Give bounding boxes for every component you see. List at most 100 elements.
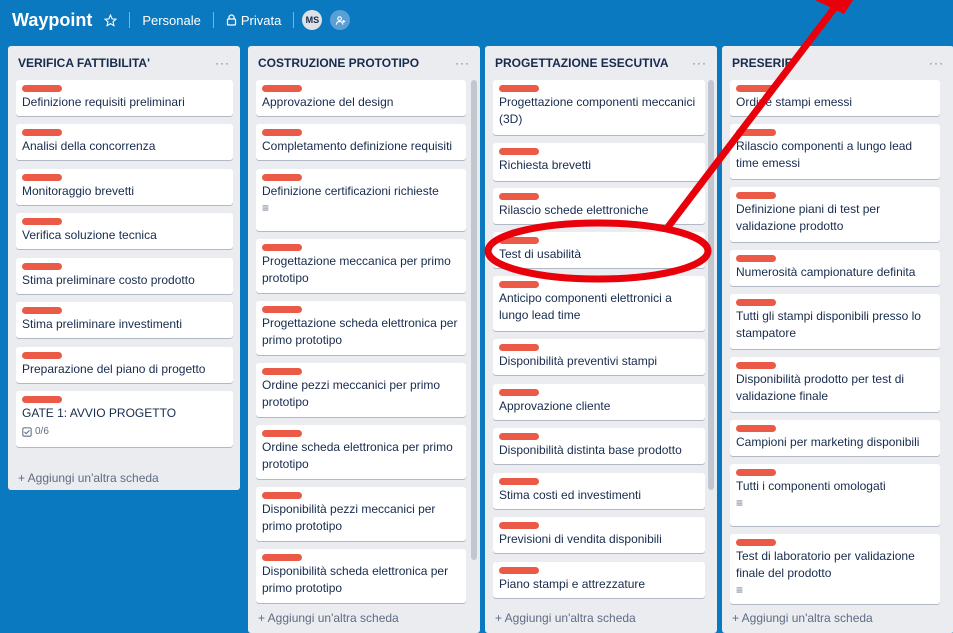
card[interactable]: Verifica soluzione tecnica bbox=[16, 213, 233, 249]
card-title: Previsioni di vendita disponibili bbox=[499, 532, 662, 546]
red-label bbox=[262, 129, 302, 136]
card-title: Preparazione del piano di progetto bbox=[22, 362, 206, 376]
card[interactable]: Ordine scheda elettronica per primo prot… bbox=[256, 425, 466, 479]
list-menu-icon[interactable]: ··· bbox=[455, 56, 470, 70]
card[interactable]: Previsioni di vendita disponibili bbox=[493, 517, 705, 553]
list-menu-icon[interactable]: ··· bbox=[215, 56, 230, 70]
add-card-button[interactable]: + Aggiungi un'altra scheda bbox=[732, 611, 873, 625]
card[interactable]: Test di usabilità bbox=[493, 232, 705, 268]
card[interactable]: Disponibilità pezzi meccanici per primo … bbox=[256, 487, 466, 541]
card[interactable]: Piano stampi e attrezzature bbox=[493, 562, 705, 598]
card[interactable]: Approvazione del design bbox=[256, 80, 466, 116]
list-title[interactable]: COSTRUZIONE PROTOTIPO bbox=[258, 56, 419, 70]
card-title: Stima preliminare costo prodotto bbox=[22, 273, 195, 287]
team-button[interactable]: Personale bbox=[138, 11, 205, 30]
card[interactable]: Campioni per marketing disponibili bbox=[730, 420, 940, 456]
header-divider bbox=[212, 12, 214, 28]
card-title: Definizione requisiti preliminari bbox=[22, 95, 185, 109]
list-title[interactable]: PRESERIE bbox=[732, 56, 793, 70]
list-menu-icon[interactable]: ··· bbox=[929, 56, 944, 70]
add-member-icon bbox=[335, 15, 345, 25]
list-title[interactable]: PROGETTAZIONE ESECUTIVA bbox=[495, 56, 669, 70]
card-title: Monitoraggio brevetti bbox=[22, 184, 135, 198]
card[interactable]: Disponibilità prodotto per test di valid… bbox=[730, 357, 940, 412]
card[interactable]: Tutti i componenti omologati ≡ bbox=[730, 464, 940, 526]
avatar[interactable]: MS bbox=[302, 10, 323, 30]
add-member-button[interactable] bbox=[330, 10, 351, 30]
header-divider bbox=[129, 12, 131, 28]
list-scrollbar[interactable] bbox=[708, 80, 714, 490]
list-title[interactable]: VERIFICA FATTIBILITA' bbox=[18, 56, 150, 70]
star-button[interactable] bbox=[100, 12, 121, 29]
card[interactable]: Definizione piani di test per validazion… bbox=[730, 187, 940, 242]
card[interactable]: Preparazione del piano di progetto bbox=[16, 347, 233, 383]
card-title: Verifica soluzione tecnica bbox=[22, 228, 157, 242]
add-card-button[interactable]: + Aggiungi un'altra scheda bbox=[495, 611, 636, 625]
card[interactable]: Progettazione componenti meccanici (3D) bbox=[493, 80, 705, 135]
card[interactable]: Ordine pezzi meccanici per primo prototi… bbox=[256, 363, 466, 417]
card-title: Disponibilità preventivi stampi bbox=[499, 354, 658, 368]
list-scrollbar[interactable] bbox=[471, 80, 477, 560]
visibility-button[interactable]: Privata bbox=[222, 11, 285, 30]
card-title: Numerosità campionature definita bbox=[736, 265, 916, 279]
red-label bbox=[499, 478, 539, 485]
card[interactable]: Progettazione meccanica per primo protot… bbox=[256, 239, 466, 293]
red-label bbox=[736, 425, 776, 432]
description-icon: ≡ bbox=[262, 201, 270, 215]
card-title: Richiesta brevetti bbox=[499, 158, 592, 172]
red-label bbox=[499, 237, 539, 244]
card[interactable]: GATE 1: AVVIO PROGETTO 0/6 bbox=[16, 391, 233, 447]
red-label bbox=[499, 344, 539, 351]
card[interactable]: Completamento definizione requisiti bbox=[256, 124, 466, 160]
card-title: Tutti i componenti omologati bbox=[736, 479, 886, 493]
card-title: Tutti gli stampi disponibili presso lo s… bbox=[736, 309, 921, 340]
list-menu-icon[interactable]: ··· bbox=[692, 56, 707, 70]
red-label bbox=[22, 263, 62, 270]
card[interactable]: Anticipo componenti elettronici a lungo … bbox=[493, 276, 705, 331]
card-title: Disponibilità prodotto per test di valid… bbox=[736, 372, 905, 403]
red-label bbox=[22, 129, 62, 136]
board-title[interactable]: Waypoint bbox=[12, 10, 92, 31]
card-title: Disponibilità scheda elettronica per pri… bbox=[262, 564, 449, 595]
red-label bbox=[262, 430, 302, 437]
red-label bbox=[22, 218, 62, 225]
description-icon: ≡ bbox=[736, 496, 744, 510]
lock-icon bbox=[226, 14, 236, 26]
card[interactable]: Monitoraggio brevetti bbox=[16, 169, 233, 205]
red-label bbox=[22, 396, 62, 403]
red-label bbox=[736, 129, 776, 136]
card[interactable]: Stima preliminare investimenti bbox=[16, 302, 233, 338]
card[interactable]: Tutti gli stampi disponibili presso lo s… bbox=[730, 294, 940, 349]
card[interactable]: Disponibilità preventivi stampi bbox=[493, 339, 705, 375]
card[interactable]: Rilascio componenti a lungo lead time em… bbox=[730, 124, 940, 179]
card-title: Definizione certificazioni richieste bbox=[262, 184, 439, 198]
red-label bbox=[736, 255, 776, 262]
card[interactable]: Analisi della concorrenza bbox=[16, 124, 233, 160]
red-label bbox=[499, 148, 539, 155]
card[interactable]: Disponibilità distinta base prodotto bbox=[493, 428, 705, 464]
card-title: Rilascio componenti a lungo lead time em… bbox=[736, 139, 913, 170]
add-card-button[interactable]: + Aggiungi un'altra scheda bbox=[18, 471, 159, 485]
card[interactable]: Disponibilità scheda elettronica per pri… bbox=[256, 549, 466, 603]
card[interactable]: Stima costi ed investimenti bbox=[493, 473, 705, 509]
add-card-button[interactable]: + Aggiungi un'altra scheda bbox=[258, 611, 399, 625]
card[interactable]: Richiesta brevetti bbox=[493, 143, 705, 181]
card[interactable]: Test di laboratorio per validazione fina… bbox=[730, 534, 940, 604]
card[interactable]: Definizione certificazioni richieste ≡ bbox=[256, 169, 466, 231]
red-label bbox=[262, 368, 302, 375]
card-title: Progettazione meccanica per primo protot… bbox=[262, 254, 451, 285]
card-title: Analisi della concorrenza bbox=[22, 139, 156, 153]
card-title: Test di laboratorio per validazione fina… bbox=[736, 549, 915, 580]
card[interactable]: Approvazione cliente bbox=[493, 384, 705, 420]
card[interactable]: Progettazione scheda elettronica per pri… bbox=[256, 301, 466, 355]
red-label bbox=[499, 433, 539, 440]
red-label bbox=[262, 306, 302, 313]
card-title: Disponibilità pezzi meccanici per primo … bbox=[262, 502, 436, 533]
card[interactable]: Stima preliminare costo prodotto bbox=[16, 258, 233, 294]
card[interactable]: Rilascio schede elettroniche bbox=[493, 188, 705, 224]
card[interactable]: Definizione requisiti preliminari bbox=[16, 80, 233, 116]
list-header: PRESERIE ··· bbox=[722, 46, 953, 80]
card[interactable]: Ordine stampi emessi bbox=[730, 80, 940, 116]
card[interactable]: Numerosità campionature definita bbox=[730, 250, 940, 286]
red-label bbox=[736, 85, 776, 92]
